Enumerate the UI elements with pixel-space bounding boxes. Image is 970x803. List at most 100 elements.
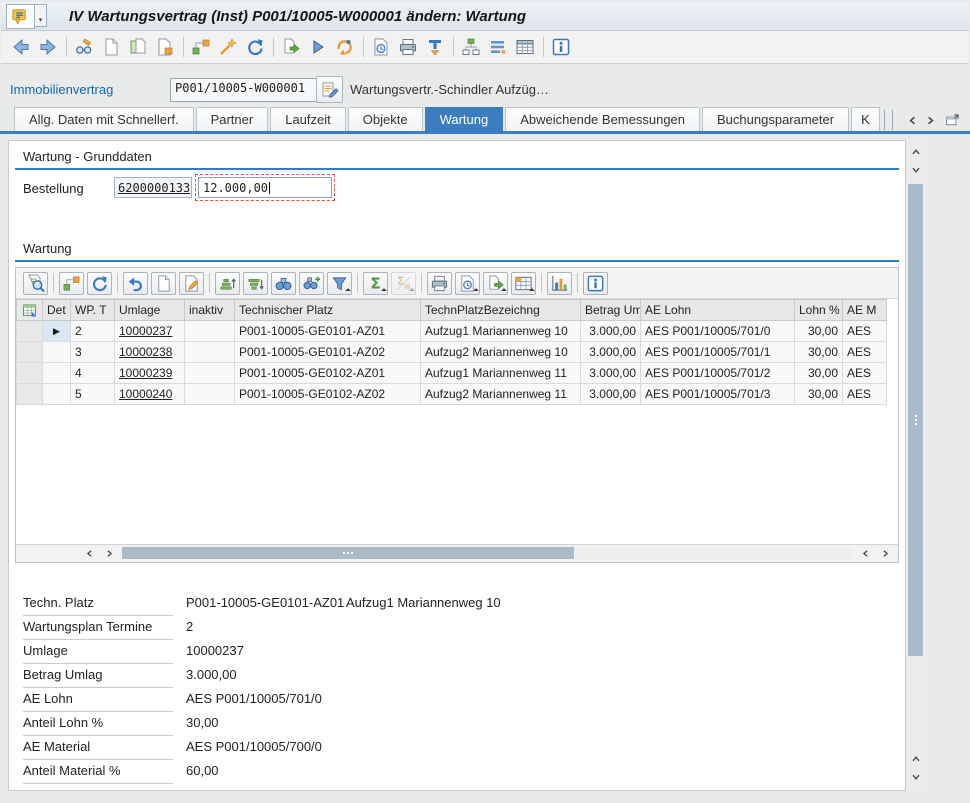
row-detail-indicator[interactable] bbox=[43, 384, 71, 405]
cell-umlage[interactable]: 10000240 bbox=[115, 384, 185, 405]
print-time-button[interactable] bbox=[370, 36, 392, 58]
row-detail-indicator[interactable]: ▶ bbox=[43, 321, 71, 342]
cell-wpt[interactable]: 3 bbox=[71, 342, 115, 363]
col-wpt[interactable]: WP. T bbox=[71, 300, 115, 321]
cell-ae-lohn[interactable]: AES P001/10005/701/2 bbox=[641, 363, 795, 384]
sort-descending-button[interactable] bbox=[243, 272, 268, 295]
tab-tearoff-button[interactable] bbox=[942, 110, 962, 130]
row-select-cell[interactable] bbox=[17, 363, 43, 384]
hscroll-left-button-2[interactable] bbox=[856, 546, 874, 560]
cell-wpt[interactable]: 2 bbox=[71, 321, 115, 342]
cell-ae-lohn[interactable]: AES P001/10005/701/0 bbox=[641, 321, 795, 342]
bestellung-number-field[interactable]: 6200000133 bbox=[114, 177, 192, 198]
vscroll-thumb[interactable] bbox=[908, 184, 923, 656]
print-button[interactable] bbox=[397, 36, 419, 58]
col-bezeichnung[interactable]: TechnPlatzBezeichng bbox=[421, 300, 581, 321]
export-button[interactable] bbox=[483, 272, 508, 295]
print-preview-button[interactable] bbox=[455, 272, 480, 295]
cell-tech-platz[interactable]: P001-10005-GE0102-AZ01 bbox=[235, 363, 421, 384]
contract-label[interactable]: Immobilienvertrag bbox=[10, 82, 113, 97]
cell-bezeichnung[interactable]: Aufzug1 Mariannenweg 10 bbox=[421, 321, 581, 342]
tab-objekte[interactable]: Objekte bbox=[348, 107, 423, 131]
cell-ae-lohn[interactable]: AES P001/10005/701/3 bbox=[641, 384, 795, 405]
display-change-button[interactable] bbox=[73, 36, 95, 58]
graphic-button[interactable] bbox=[547, 272, 572, 295]
cell-wpt[interactable]: 5 bbox=[71, 384, 115, 405]
services-button[interactable] bbox=[334, 36, 356, 58]
tab-abweichende-bemessungen[interactable]: Abweichende Bemessungen bbox=[505, 107, 700, 131]
row-select-cell[interactable] bbox=[17, 384, 43, 405]
cell-tech-platz[interactable]: P001-10005-GE0102-AZ02 bbox=[235, 384, 421, 405]
bestellung-amount-field[interactable]: 12.000,00 bbox=[198, 177, 332, 198]
cell-ae-material[interactable]: AES bbox=[843, 363, 887, 384]
refresh-button[interactable] bbox=[244, 36, 266, 58]
refresh-table-button[interactable] bbox=[87, 272, 112, 295]
cell-tech-platz[interactable]: P001-10005-GE0101-AZ02 bbox=[235, 342, 421, 363]
tab-wartung[interactable]: Wartung bbox=[425, 107, 504, 131]
hierarchy-button[interactable] bbox=[460, 36, 482, 58]
row-detail-indicator[interactable] bbox=[43, 342, 71, 363]
overview-button[interactable] bbox=[487, 36, 509, 58]
undo-button[interactable] bbox=[123, 272, 148, 295]
col-betrag[interactable]: Betrag Um. bbox=[581, 300, 641, 321]
check-data-button[interactable] bbox=[190, 36, 212, 58]
row-select-cell[interactable] bbox=[17, 321, 43, 342]
cell-umlage[interactable]: 10000239 bbox=[115, 363, 185, 384]
copy-object-button[interactable] bbox=[280, 36, 302, 58]
tab-scroll-right-button[interactable] bbox=[922, 111, 938, 129]
vscroll-up-button[interactable] bbox=[907, 144, 924, 160]
append-row-button[interactable] bbox=[151, 272, 176, 295]
table-row[interactable]: ▶ 2 10000237 P001-10005-GE0101-AZ01 Aufz… bbox=[17, 321, 887, 342]
cell-lohn-pct[interactable]: 30,00 bbox=[795, 384, 843, 405]
layout-button[interactable] bbox=[511, 272, 536, 295]
hscroll-left-button[interactable] bbox=[80, 546, 98, 560]
table-row[interactable]: 4 10000239 P001-10005-GE0102-AZ01 Aufzug… bbox=[17, 363, 887, 384]
cell-inaktiv[interactable] bbox=[185, 321, 235, 342]
filter-button[interactable] bbox=[327, 272, 352, 295]
hscroll-right-button-2[interactable] bbox=[876, 546, 894, 560]
table-info-button[interactable] bbox=[583, 272, 608, 295]
col-umlage[interactable]: Umlage bbox=[115, 300, 185, 321]
cell-ae-material[interactable]: AES bbox=[843, 384, 887, 405]
sum-button[interactable] bbox=[363, 272, 388, 295]
contract-edit-button[interactable] bbox=[316, 76, 343, 103]
cell-wpt[interactable]: 4 bbox=[71, 363, 115, 384]
detail-list-button[interactable] bbox=[514, 36, 536, 58]
download-button[interactable] bbox=[424, 36, 446, 58]
tab-partner[interactable]: Partner bbox=[196, 107, 269, 131]
tab-allg-daten[interactable]: Allg. Daten mit Schnellerf. bbox=[14, 107, 194, 131]
create-button[interactable] bbox=[100, 36, 122, 58]
col-inaktiv[interactable]: inaktiv bbox=[185, 300, 235, 321]
tab-laufzeit[interactable]: Laufzeit bbox=[270, 107, 346, 131]
cell-betrag[interactable]: 3.000,00 bbox=[581, 384, 641, 405]
vscroll-down-button-2[interactable] bbox=[907, 769, 924, 785]
cell-betrag[interactable]: 3.000,00 bbox=[581, 342, 641, 363]
cell-lohn-pct[interactable]: 30,00 bbox=[795, 342, 843, 363]
row-detail-indicator[interactable] bbox=[43, 363, 71, 384]
cell-bezeichnung[interactable]: Aufzug2 Mariannenweg 11 bbox=[421, 384, 581, 405]
cell-umlage[interactable]: 10000238 bbox=[115, 342, 185, 363]
vscroll-down-button[interactable] bbox=[907, 162, 924, 178]
cell-lohn-pct[interactable]: 30,00 bbox=[795, 321, 843, 342]
umlage-link[interactable]: 10000237 bbox=[119, 324, 172, 338]
cell-betrag[interactable]: 3.000,00 bbox=[581, 363, 641, 384]
find-button[interactable] bbox=[271, 272, 296, 295]
continue-button[interactable] bbox=[307, 36, 329, 58]
find-next-button[interactable] bbox=[299, 272, 324, 295]
delete-button[interactable] bbox=[154, 36, 176, 58]
hscroll-right-button[interactable] bbox=[100, 546, 118, 560]
tab-overflow-cut[interactable]: K bbox=[851, 107, 880, 131]
row-select-cell[interactable] bbox=[17, 342, 43, 363]
back-button[interactable] bbox=[10, 36, 32, 58]
vscroll-up-button-2[interactable] bbox=[907, 751, 924, 767]
col-ae-lohn[interactable]: AE Lohn bbox=[641, 300, 795, 321]
system-menu-dropdown-button[interactable]: ▾ bbox=[35, 4, 47, 27]
cell-bezeichnung[interactable]: Aufzug2 Mariannenweg 10 bbox=[421, 342, 581, 363]
cell-umlage[interactable]: 10000237 bbox=[115, 321, 185, 342]
details-button[interactable] bbox=[23, 272, 48, 295]
hscroll-thumb[interactable] bbox=[122, 547, 574, 559]
select-all-header[interactable] bbox=[17, 300, 43, 321]
sort-ascending-button[interactable] bbox=[215, 272, 240, 295]
hscroll-track[interactable] bbox=[122, 547, 852, 559]
copy-button[interactable] bbox=[127, 36, 149, 58]
